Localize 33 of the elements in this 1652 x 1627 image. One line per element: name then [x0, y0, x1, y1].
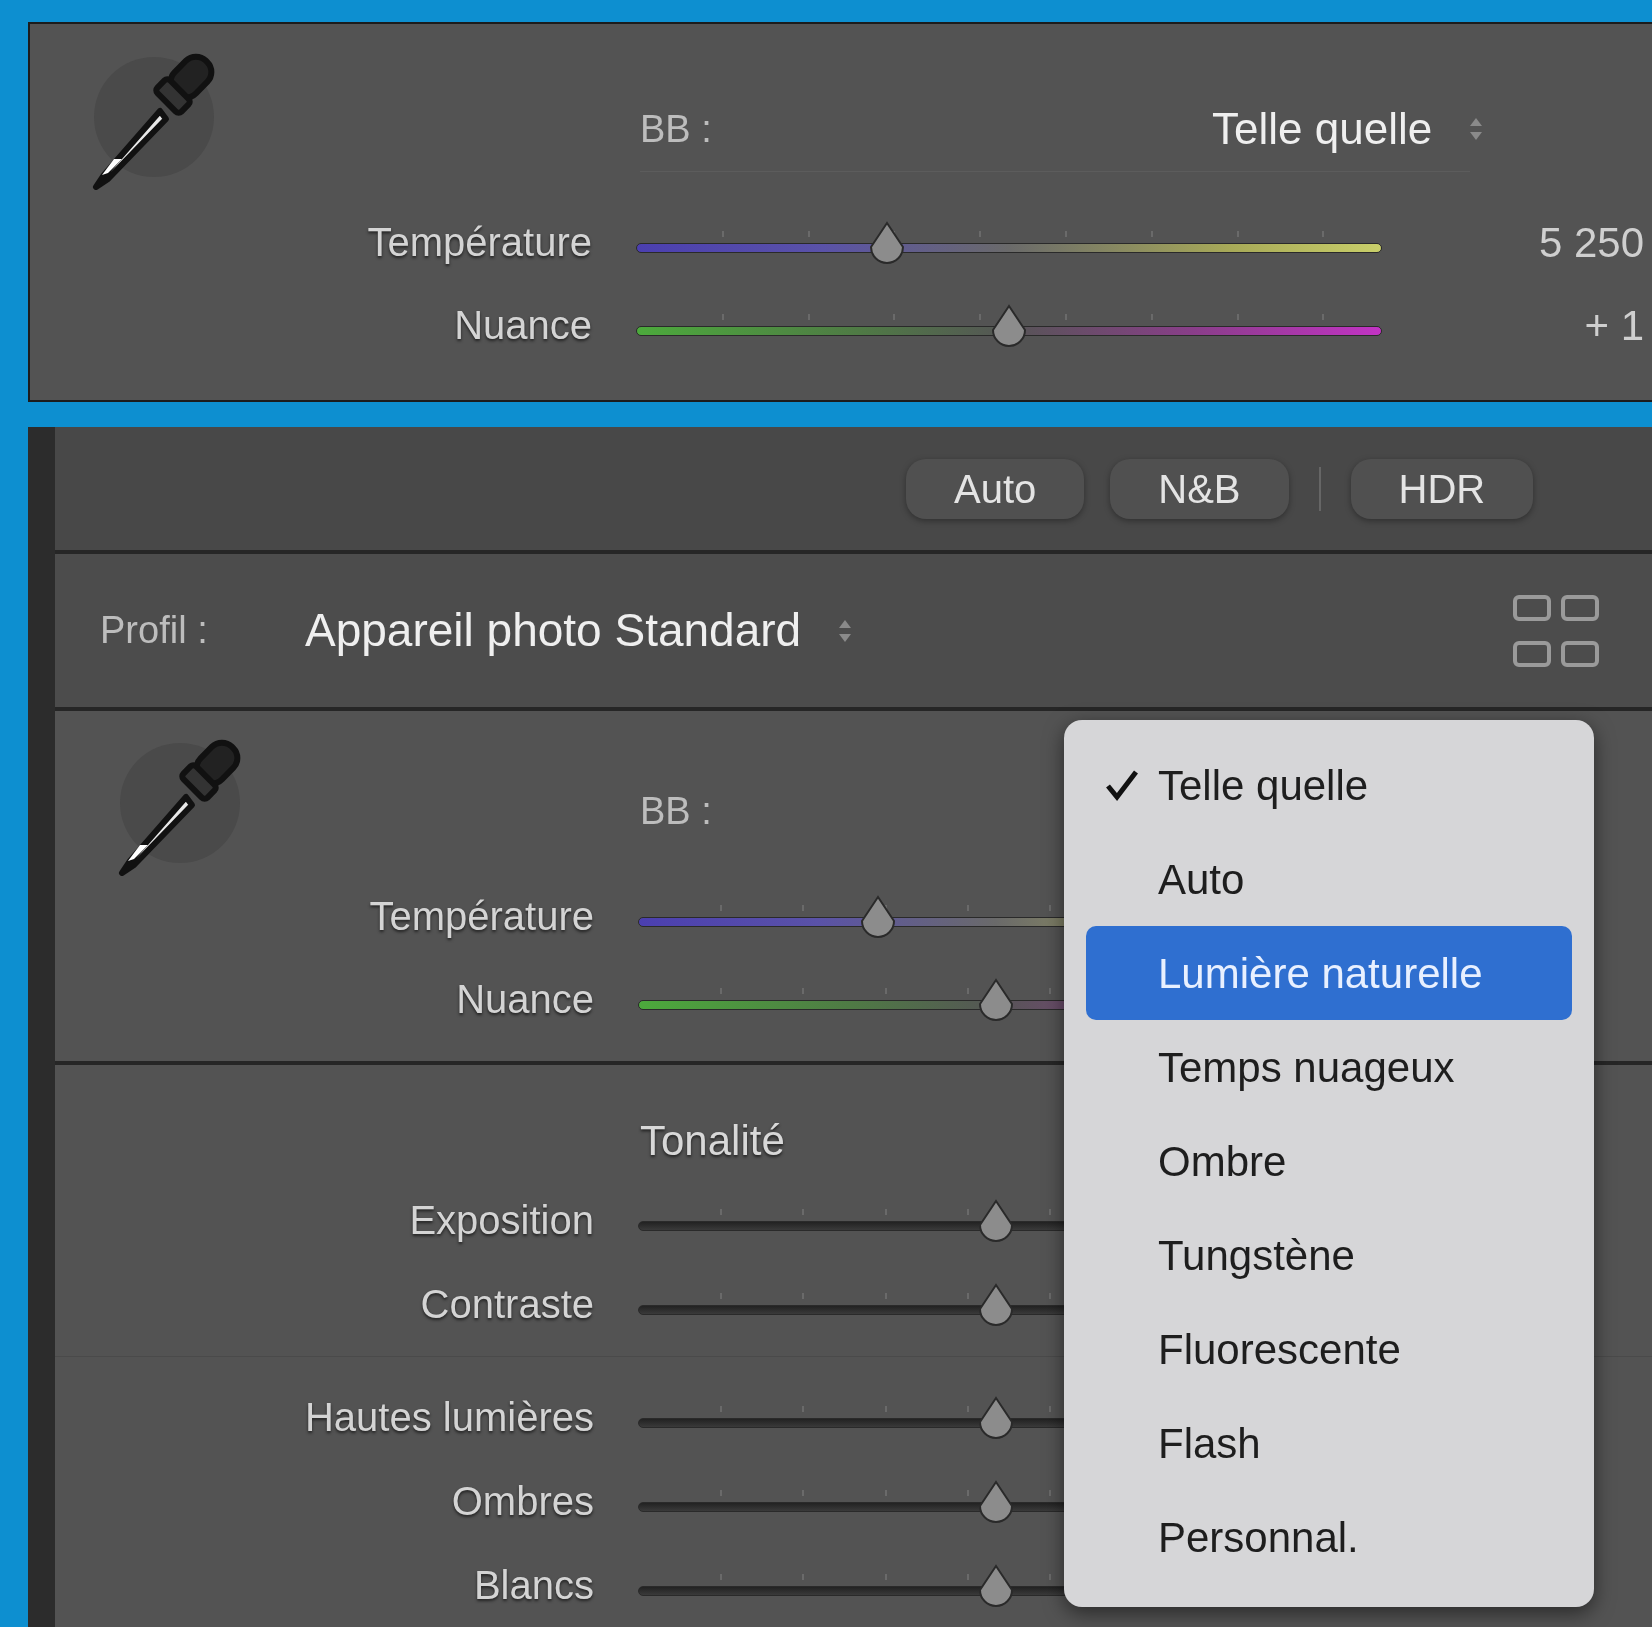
preset-button[interactable]: N&B: [1110, 458, 1289, 519]
preset-button[interactable]: HDR: [1350, 458, 1534, 519]
slider-label: Blancs: [472, 1562, 594, 1609]
slider-label: Nuance: [453, 302, 592, 349]
slider[interactable]: [636, 219, 1382, 265]
menu-item[interactable]: Lumière naturelle: [1086, 926, 1572, 1020]
check-icon: [1105, 768, 1139, 802]
menu-item[interactable]: Tungstène: [1086, 1208, 1572, 1302]
slider-label: Nuance: [455, 976, 594, 1024]
menu-item[interactable]: Auto: [1086, 832, 1572, 926]
menu-item[interactable]: Temps nuageux: [1086, 1020, 1572, 1114]
section-heading: Tonalité: [640, 1116, 785, 1166]
grid-icon[interactable]: [1512, 593, 1600, 668]
menu-item[interactable]: Personnal.: [1086, 1490, 1572, 1584]
slider-label: Température: [368, 893, 594, 941]
wb-label: BB :: [640, 789, 712, 834]
slider-value: + 1: [1584, 300, 1644, 351]
slider-label: Contraste: [419, 1281, 594, 1328]
slider-value: 5 250: [1538, 217, 1644, 268]
menu-item[interactable]: Flash: [1086, 1396, 1572, 1490]
menu-item[interactable]: Fluorescente: [1086, 1302, 1572, 1396]
slider[interactable]: [636, 302, 1382, 348]
slider-label: Hautes lumières: [304, 1394, 594, 1441]
wb-dropdown[interactable]: Telle quelle: [1212, 96, 1433, 162]
menu-item[interactable]: Ombre: [1086, 1114, 1572, 1208]
menu-item[interactable]: Telle quelle: [1086, 738, 1572, 832]
slider-label: Ombres: [450, 1478, 594, 1525]
profile-dropdown[interactable]: Appareil photo Standard: [305, 596, 802, 666]
slider-label: Température: [366, 219, 592, 266]
wb-label: BB :: [640, 106, 713, 152]
profile-label: Profil :: [100, 608, 209, 654]
preset-button[interactable]: Auto: [906, 458, 1085, 519]
slider-label: Exposition: [408, 1197, 594, 1244]
